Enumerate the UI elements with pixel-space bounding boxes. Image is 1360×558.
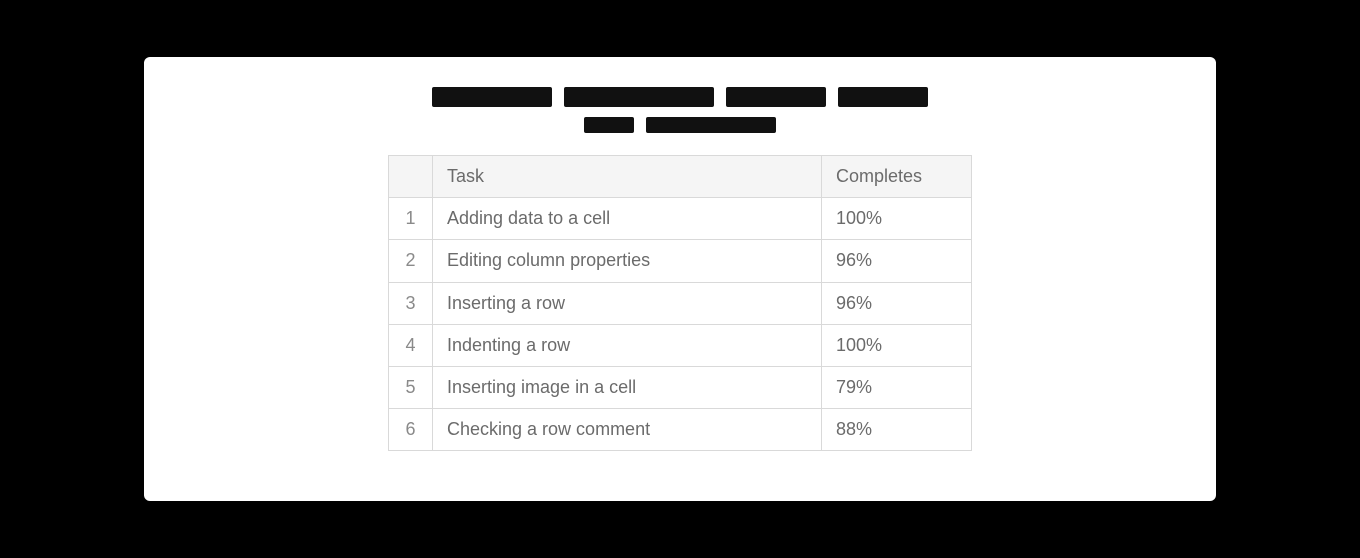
redacted-title-line-1 — [432, 87, 928, 107]
cell-task: Indenting a row — [433, 324, 822, 366]
redacted-word — [564, 87, 714, 107]
redacted-title-line-2 — [584, 117, 776, 133]
cell-completes: 96% — [822, 282, 972, 324]
cell-completes: 100% — [822, 198, 972, 240]
table-row: 3 Inserting a row 96% — [389, 282, 972, 324]
col-header-completes: Completes — [822, 156, 972, 198]
cell-index: 5 — [389, 366, 433, 408]
cell-completes: 88% — [822, 409, 972, 451]
results-table: Task Completes 1 Adding data to a cell 1… — [388, 155, 972, 451]
table-row: 2 Editing column properties 96% — [389, 240, 972, 282]
table-row: 4 Indenting a row 100% — [389, 324, 972, 366]
table-row: 6 Checking a row comment 88% — [389, 409, 972, 451]
redacted-word — [432, 87, 552, 107]
cell-index: 6 — [389, 409, 433, 451]
cell-index: 1 — [389, 198, 433, 240]
cell-completes: 100% — [822, 324, 972, 366]
cell-task: Editing column properties — [433, 240, 822, 282]
redacted-word — [584, 117, 634, 133]
redacted-word — [726, 87, 826, 107]
cell-task: Checking a row comment — [433, 409, 822, 451]
col-header-task: Task — [433, 156, 822, 198]
cell-task: Inserting a row — [433, 282, 822, 324]
redacted-title-block — [432, 87, 928, 133]
cell-index: 4 — [389, 324, 433, 366]
cell-completes: 96% — [822, 240, 972, 282]
redacted-word — [838, 87, 928, 107]
cell-index: 3 — [389, 282, 433, 324]
cell-index: 2 — [389, 240, 433, 282]
col-header-index — [389, 156, 433, 198]
table-header-row: Task Completes — [389, 156, 972, 198]
cell-completes: 79% — [822, 366, 972, 408]
cell-task: Adding data to a cell — [433, 198, 822, 240]
content-card: Task Completes 1 Adding data to a cell 1… — [144, 57, 1216, 501]
table-row: 5 Inserting image in a cell 79% — [389, 366, 972, 408]
table-row: 1 Adding data to a cell 100% — [389, 198, 972, 240]
redacted-word — [646, 117, 776, 133]
cell-task: Inserting image in a cell — [433, 366, 822, 408]
